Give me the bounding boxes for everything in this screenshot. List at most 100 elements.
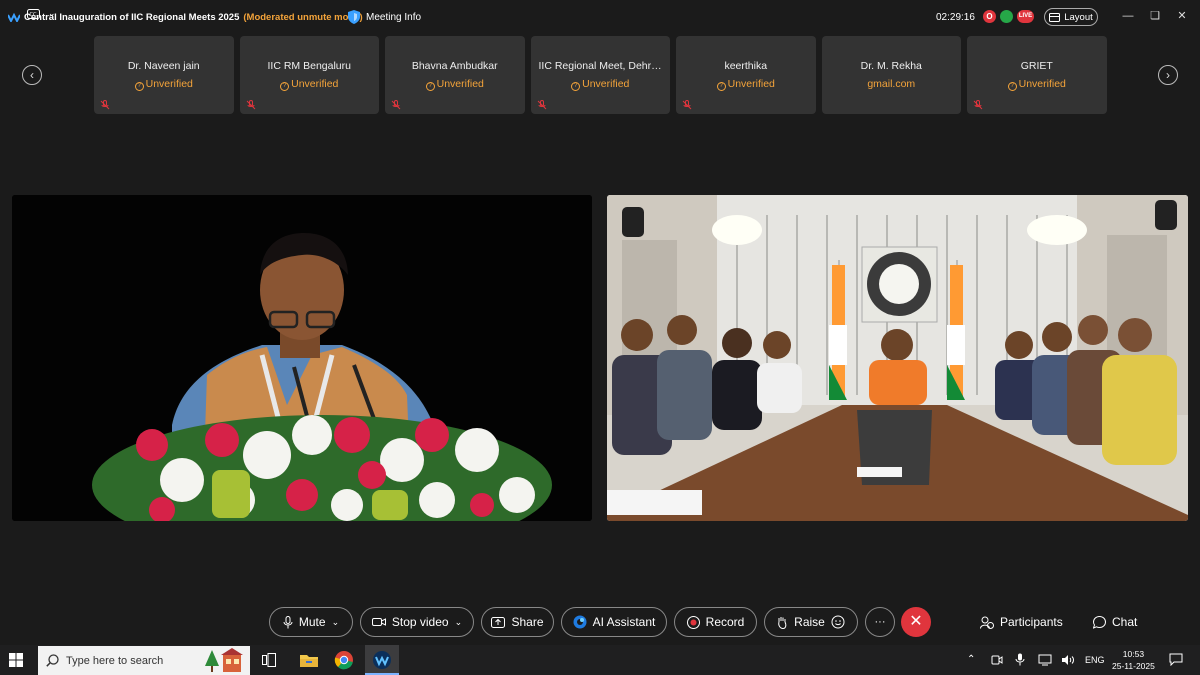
unverified-icon: ? xyxy=(571,82,581,91)
muted-mic-icon xyxy=(246,100,255,110)
muted-mic-icon xyxy=(391,100,401,110)
unverified-icon: ? xyxy=(425,82,435,91)
stop-video-label: Stop video xyxy=(391,615,449,629)
language-indicator[interactable]: ENG xyxy=(1085,655,1105,665)
layout-icon xyxy=(1049,12,1061,22)
video-camera-icon xyxy=(371,618,386,626)
title-bar: Central Inauguration of IIC Regional Mee… xyxy=(0,0,1200,34)
participants-label: Participants xyxy=(1000,615,1063,629)
shield-icon xyxy=(348,10,360,24)
windows-start-icon[interactable] xyxy=(9,653,23,667)
raise-hand-icon xyxy=(778,616,787,629)
tree-house-icon xyxy=(205,648,243,672)
network-icon[interactable] xyxy=(1038,654,1052,666)
participant-status: ? Unverified xyxy=(967,78,1107,91)
participants-icon xyxy=(980,616,994,629)
unverified-icon: ? xyxy=(280,82,290,91)
status-badge-green xyxy=(1000,10,1013,23)
raise-hand-button[interactable]: Raise xyxy=(764,607,858,637)
leave-meeting-button[interactable]: ✕ xyxy=(901,607,931,637)
share-button[interactable]: Share xyxy=(481,607,554,637)
layout-button[interactable]: Layout xyxy=(1044,8,1098,26)
volume-icon[interactable] xyxy=(1061,654,1075,666)
ai-assistant-button[interactable]: AI Assistant xyxy=(561,607,667,637)
meeting-info-button[interactable]: Meeting Info xyxy=(348,10,421,24)
muted-mic-icon xyxy=(537,100,546,110)
chat-button[interactable]: Chat xyxy=(1093,615,1137,629)
search-placeholder: Type here to search xyxy=(66,654,164,667)
participant-name: Bhavna Ambudkar xyxy=(411,60,498,72)
participants-button[interactable]: Participants xyxy=(980,615,1063,629)
more-options-button[interactable]: ··· xyxy=(865,607,895,637)
restore-icon[interactable]: ❏ xyxy=(1148,9,1162,23)
layout-label: Layout xyxy=(1064,11,1093,23)
more-options-icon: ··· xyxy=(874,616,886,628)
file-explorer-icon[interactable] xyxy=(299,650,319,670)
raise-label: Raise xyxy=(794,615,825,629)
meet-now-icon[interactable] xyxy=(991,654,1003,666)
chevron-down-icon: ⌄ xyxy=(48,8,56,18)
participant-tile[interactable]: IIC Regional Meet, Dehra... ? Unverified xyxy=(530,36,670,114)
search-icon xyxy=(46,654,59,667)
video-feed-conference-room[interactable] xyxy=(607,195,1188,521)
tray-overflow-icon[interactable]: ⌃ xyxy=(967,654,975,665)
meeting-info-label: Meeting Info xyxy=(366,11,422,23)
muted-mic-icon xyxy=(973,100,983,110)
mute-label: Mute xyxy=(298,615,326,629)
speaker-video-image xyxy=(12,195,592,521)
participant-status: gmail.com xyxy=(867,78,916,90)
stop-video-button[interactable]: Stop video ⌄ xyxy=(360,607,474,637)
participant-status: ? Unverified xyxy=(385,78,525,91)
mute-button[interactable]: Mute ⌄ xyxy=(269,607,353,637)
participant-name: keerthika xyxy=(724,60,768,72)
next-arrow-icon[interactable]: › xyxy=(1158,65,1178,85)
moderation-mode: (Moderated unmute mode) xyxy=(243,12,363,23)
share-screen-icon xyxy=(491,616,506,628)
chevron-down-icon: ⌄ xyxy=(454,616,463,627)
previous-arrow-icon[interactable]: ‹ xyxy=(22,65,42,85)
svg-text:CC: CC xyxy=(30,12,37,18)
participant-name: IIC RM Bengaluru xyxy=(267,60,351,72)
record-icon xyxy=(686,615,700,629)
participant-tile[interactable]: IIC RM Bengaluru ? Unverified xyxy=(239,36,380,114)
webex-taskbar-item[interactable] xyxy=(365,645,399,675)
captions-button[interactable]: CC ⌄ xyxy=(27,8,56,19)
participant-tile[interactable]: GRIET ? Unverified xyxy=(967,36,1107,114)
participant-tile[interactable]: Dr. Naveen jain ? Unverified xyxy=(94,36,234,114)
unverified-icon: ? xyxy=(1007,82,1017,91)
participant-tile[interactable]: keerthika ? Unverified xyxy=(676,36,816,114)
status-badge-o: O xyxy=(983,10,996,23)
ai-assistant-label: AI Assistant xyxy=(592,615,656,629)
participant-status: ? Unverified xyxy=(240,78,380,91)
taskbar-search-box[interactable]: Type here to search xyxy=(38,646,250,675)
participant-tile[interactable]: Bhavna Ambudkar ? Unverified xyxy=(385,36,525,114)
video-feed-speaker[interactable] xyxy=(12,195,592,521)
unverified-icon: ? xyxy=(134,82,144,91)
close-icon[interactable]: ✕ xyxy=(1175,9,1189,23)
record-button[interactable]: Record xyxy=(674,607,757,637)
minimize-icon[interactable]: — xyxy=(1121,9,1135,23)
windows-taskbar: Type here to search ⌃ ENG 10:53 25-11-20… xyxy=(0,645,1200,675)
participant-status: ? Unverified xyxy=(676,78,816,91)
microphone-tray-icon[interactable] xyxy=(1015,653,1025,666)
clock-time: 10:53 xyxy=(1122,649,1145,659)
closed-captions-icon: CC xyxy=(27,8,40,19)
participant-name: IIC Regional Meet, Dehra... xyxy=(538,60,666,72)
webex-icon xyxy=(373,651,391,669)
reactions-icon[interactable] xyxy=(831,615,845,629)
participant-status: ? Unverified xyxy=(94,78,234,91)
taskbar-clock[interactable]: 10:53 25-11-2025 xyxy=(1112,648,1155,672)
webex-logo-icon xyxy=(8,12,20,22)
meeting-title: Central Inauguration of IIC Regional Mee… xyxy=(24,12,363,23)
chevron-down-icon: ⌄ xyxy=(331,616,340,627)
participant-tile[interactable]: Dr. M. Rekha gmail.com xyxy=(821,36,961,114)
notifications-icon[interactable] xyxy=(1169,653,1183,666)
chat-bubble-icon xyxy=(1093,615,1106,629)
participant-name: Dr. M. Rekha xyxy=(860,60,922,72)
ai-assistant-icon xyxy=(573,615,587,629)
task-view-icon[interactable] xyxy=(262,653,276,667)
muted-mic-icon xyxy=(100,100,110,110)
unverified-icon: ? xyxy=(716,82,726,91)
chrome-icon[interactable] xyxy=(334,650,354,670)
meeting-timer: 02:29:16 xyxy=(936,12,975,23)
